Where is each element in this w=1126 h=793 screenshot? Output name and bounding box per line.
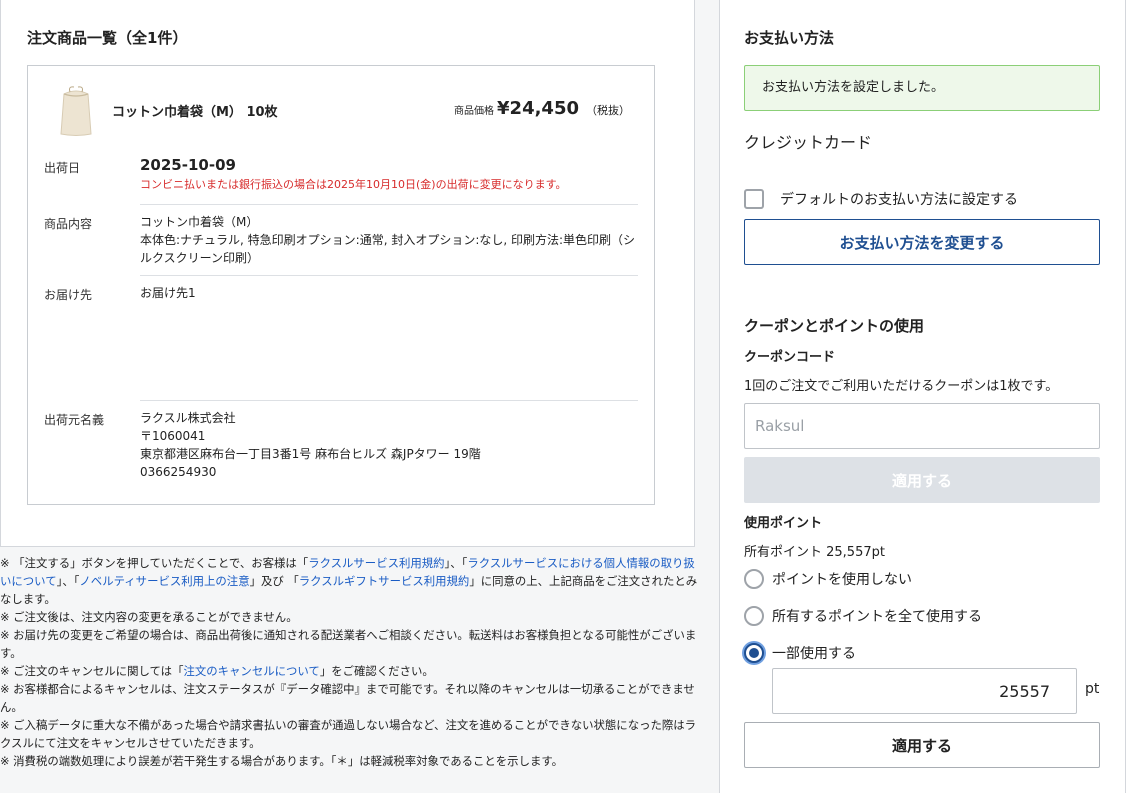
- radio-row-partial-points[interactable]: 一部使用する: [744, 643, 856, 663]
- points-unit: pt: [1085, 681, 1100, 697]
- sender-phone: 0366254930: [140, 465, 217, 479]
- radio-all-points[interactable]: [744, 606, 764, 626]
- coupon-section-title: クーポンとポイントの使用: [744, 317, 925, 335]
- price-label: 商品価格: [454, 106, 495, 117]
- terms-notes: ※ 「注文する」ボタンを押していただくことで、お客様は「ラクスルサービス利用規約…: [0, 554, 700, 770]
- points-label: 使用ポイント: [744, 516, 823, 531]
- payment-success-message: お支払い方法を設定しました。: [744, 65, 1100, 111]
- link-gift-terms[interactable]: ラクスルギフトサービス利用規約: [299, 574, 470, 588]
- note-no-change: ※ ご注文後は、注文内容の変更を承ることができません。: [0, 610, 298, 624]
- product-name: コットン巾着袋（M） 10枚: [112, 105, 278, 120]
- radio-label: 一部使用する: [772, 646, 856, 662]
- points-amount-input[interactable]: [772, 668, 1077, 714]
- contents-line1: コットン巾着袋（M）: [140, 215, 259, 229]
- default-payment-label: デフォルトのお支払い方法に設定する: [780, 192, 1018, 208]
- radio-no-points[interactable]: [744, 569, 764, 589]
- ship-date-label: 出荷日: [44, 161, 81, 175]
- owned-points: 所有ポイント 25,557pt: [744, 545, 885, 560]
- contents-label: 商品内容: [44, 217, 93, 231]
- divider: [140, 275, 638, 276]
- radio-row-all-points[interactable]: 所有するポイントを全て使用する: [744, 606, 982, 626]
- note-delivery-change: ※ お届け先の変更をご希望の場合は、商品出荷後に通知される配送業者へご相談くださ…: [0, 628, 697, 660]
- sender-zip: 〒1060041: [140, 429, 206, 443]
- price-value: ¥24,450: [497, 98, 579, 119]
- payment-title: お支払い方法: [744, 29, 835, 47]
- radio-row-no-points[interactable]: ポイントを使用しない: [744, 569, 912, 589]
- note-text: ※ ご注文のキャンセルに関しては「: [0, 664, 184, 678]
- coupon-code-label: クーポンコード: [744, 350, 836, 365]
- contents-line2: 本体色:ナチュラル, 特急印刷オプション:通常, 封入オプション:なし, 印刷方…: [140, 233, 636, 265]
- link-service-terms[interactable]: ラクスルサービス利用規約: [308, 556, 444, 570]
- payment-card: お支払い方法 お支払い方法を設定しました。 クレジットカード デフォルトのお支払…: [719, 0, 1126, 793]
- radio-label: 所有するポイントを全て使用する: [772, 609, 982, 625]
- divider: [140, 204, 638, 205]
- destination-label: お届け先: [44, 288, 93, 302]
- ship-date-value: 2025-10-09 コンビニ払いまたは銀行振込の場合は2025年10月10日(…: [140, 156, 640, 194]
- note-text: ※ 「注文する」ボタンを押していただくことで、お客様は「: [0, 556, 309, 570]
- contents-value: コットン巾着袋（M） 本体色:ナチュラル, 特急印刷オプション:通常, 封入オプ…: [140, 213, 640, 267]
- radio-label: ポイントを使用しない: [772, 572, 912, 588]
- points-apply-button[interactable]: 適用する: [744, 722, 1100, 768]
- order-item-box: コットン巾着袋（M） 10枚 商品価格 ¥24,450 （税抜） 出荷日 202…: [27, 65, 655, 505]
- coupon-note: 1回のご注文でご利用いただけるクーポンは1枚です。: [744, 379, 1059, 394]
- sender-company: ラクスル株式会社: [140, 411, 236, 425]
- note-text: 」及び 「: [249, 574, 299, 588]
- order-items-title: 注文商品一覧（全1件）: [27, 29, 188, 47]
- sender-value: ラクスル株式会社 〒1060041 東京都港区麻布台一丁目3番1号 麻布台ヒルズ…: [140, 409, 640, 481]
- product-price: 商品価格 ¥24,450 （税抜）: [454, 98, 630, 119]
- change-payment-button[interactable]: お支払い方法を変更する: [744, 219, 1100, 265]
- cotton-bag-thumbnail: [60, 86, 92, 136]
- payment-method: クレジットカード: [744, 133, 873, 152]
- destination-value: お届け先1: [140, 286, 196, 300]
- note-terms: ※ 「注文する」ボタンを押していただくことで、お客様は「ラクスルサービス利用規約…: [0, 554, 700, 608]
- link-novelty-notes[interactable]: ノベルティサービス利用上の注意: [79, 574, 249, 588]
- note-cancel-info: ※ ご注文のキャンセルに関しては「注文のキャンセルについて」をご確認ください。: [0, 662, 700, 680]
- note-cancel-policy: ※ お客様都合によるキャンセルは、注文ステータスが『データ確認中』まで可能です。…: [0, 682, 695, 714]
- ship-date: 2025-10-09: [140, 156, 236, 174]
- coupon-apply-button[interactable]: 適用する: [744, 457, 1100, 503]
- note-tax-rounding: ※ 消費税の端数処理により誤差が若干発生する場合があります。「＊」は軽減税率対象…: [0, 754, 563, 768]
- note-data-issues: ※ ご入稿データに重大な不備があった場合や請求書払いの審査が通過しない場合など、…: [0, 718, 697, 750]
- order-items-card: 注文商品一覧（全1件） コットン巾着袋（M） 10枚 商品価格 ¥24,450 …: [0, 0, 695, 547]
- note-text: 」をご確認ください。: [319, 664, 434, 678]
- sender-address: 東京都港区麻布台一丁目3番1号 麻布台ヒルズ 森JPタワー 19階: [140, 447, 481, 461]
- divider: [140, 400, 638, 401]
- coupon-input[interactable]: [744, 403, 1100, 449]
- link-cancel-info[interactable]: 注文のキャンセルについて: [183, 664, 319, 678]
- default-payment-checkbox[interactable]: [744, 189, 764, 209]
- note-text: 」、「: [56, 574, 80, 588]
- default-payment-checkbox-row[interactable]: デフォルトのお支払い方法に設定する: [744, 189, 1018, 209]
- sender-label: 出荷元名義: [44, 413, 105, 427]
- radio-partial-points[interactable]: [744, 643, 764, 663]
- ship-date-warning: コンビニ払いまたは銀行振込の場合は2025年10月10日(金)の出荷に変更になり…: [140, 178, 567, 191]
- price-tax-note: （税抜）: [586, 104, 630, 117]
- note-text: 」、「: [444, 556, 468, 570]
